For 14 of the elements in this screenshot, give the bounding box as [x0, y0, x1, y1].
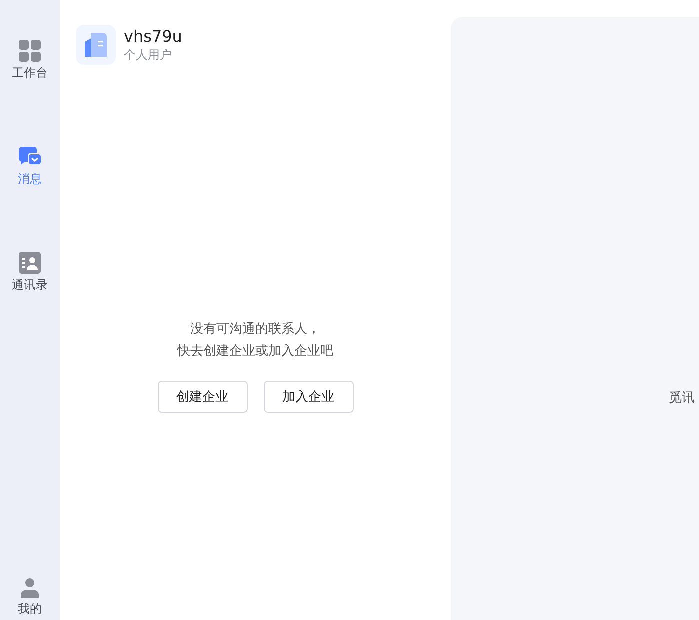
action-button[interactable]: 创建企业 [158, 381, 248, 413]
user-name: vhs79u [124, 26, 182, 46]
grid-icon [19, 40, 41, 62]
empty-message: 没有可沟通的联系人， 快去创建企业或加入企业吧 [178, 321, 334, 361]
placeholder-text: 觅讯 [669, 391, 695, 406]
nav-item[interactable]: 我的 [18, 578, 42, 618]
building-icon [85, 33, 107, 57]
person-icon [20, 578, 40, 598]
nav-item[interactable]: 工作台 [12, 40, 48, 82]
contact-card-icon [19, 252, 41, 274]
nav-item[interactable]: 通讯录 [12, 252, 48, 294]
chat-icon [19, 146, 41, 168]
action-button[interactable]: 加入企业 [264, 381, 354, 413]
account-type: 个人用户 [124, 46, 173, 64]
